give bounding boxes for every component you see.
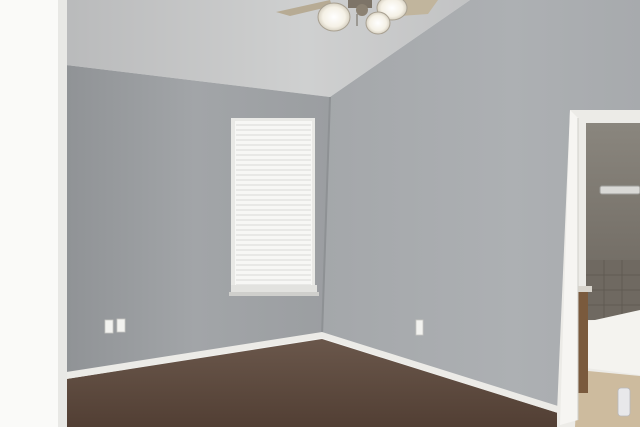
foreground-wall-edge (58, 0, 67, 427)
room-photo (0, 0, 640, 427)
doorway-icon (557, 110, 640, 427)
foreground-wall (0, 0, 60, 427)
window-blinds-icon (229, 118, 319, 296)
bottle (617, 387, 631, 417)
